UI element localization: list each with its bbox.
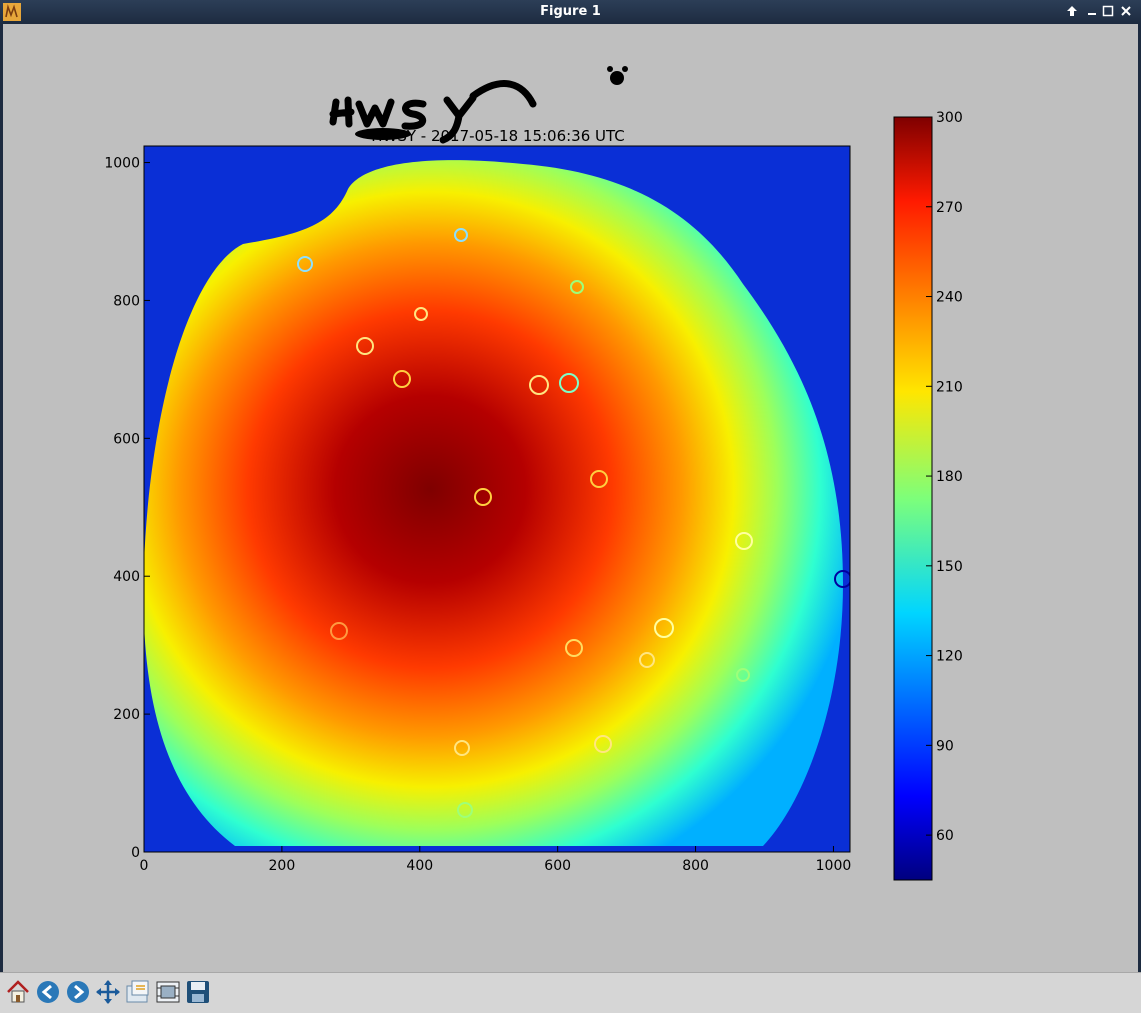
arrow-right-icon[interactable] [64,978,92,1006]
y-tick-label: 600 [113,431,140,447]
move-icon[interactable] [94,978,122,1006]
colorbar-tick-label: 180 [936,469,963,485]
home-icon[interactable] [4,978,32,1006]
x-tick-label: 200 [269,858,296,874]
x-tick-label: 800 [682,858,709,874]
floppy-icon[interactable] [184,978,212,1006]
colorbar-tick-label: 240 [936,290,963,306]
figure-svg: 0 200 400 600 800 1000 02004006008001000 HWSY… [104,66,963,881]
arrow-left-icon[interactable] [34,978,62,1006]
y-tick-label: 400 [113,569,140,585]
colorbar-tick-label: 90 [936,738,954,754]
colorbar-tick-label: 270 [936,200,963,216]
x-tick-label: 400 [406,858,433,874]
colorbar-tick-label: 210 [936,379,963,395]
colorbar-tick-label: 120 [936,649,963,665]
x-tick-label: 1000 [816,858,852,874]
y-axis: 0 200 400 600 800 1000 [104,156,150,861]
y-tick-label: 0 [131,845,140,861]
y-tick-label: 800 [113,293,140,309]
colorbar-tick-label: 60 [936,828,954,844]
navigation-toolbar [0,972,1141,1013]
subplots-icon[interactable] [154,978,182,1006]
heatmap-image [144,146,850,852]
figure-canvas[interactable]: 0 200 400 600 800 1000 0 200 400 600 800 1000 HWSY… [0,24,1141,972]
colorbar-tick-label: 300 [936,110,963,126]
x-tick-label: 0 [140,858,149,874]
window-title: Figure 1 [540,4,601,19]
arrow-up-icon[interactable] [1065,4,1079,18]
close-icon[interactable] [1119,4,1133,18]
maximize-icon[interactable] [1101,4,1115,18]
x-tick-label: 600 [544,858,571,874]
colorbar-tick-label: 150 [936,559,963,575]
window-titlebar[interactable]: Figure 1 [0,0,1141,24]
y-tick-label: 200 [113,707,140,723]
minimize-icon[interactable] [1085,4,1099,18]
y-tick-label: 1000 [104,156,140,172]
zoom-rect-icon[interactable] [124,978,152,1006]
colorbar [893,116,933,881]
